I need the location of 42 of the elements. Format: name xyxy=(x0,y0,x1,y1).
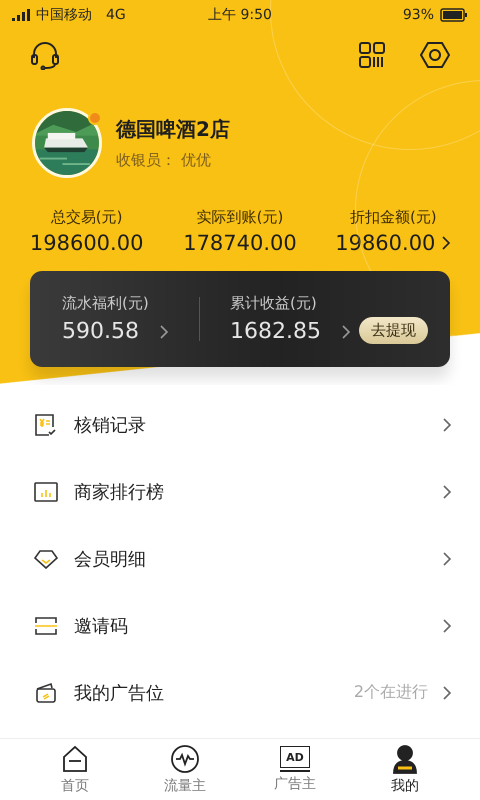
qr-code-icon[interactable] xyxy=(358,41,386,69)
earnings-value: 1682.85 xyxy=(230,319,321,344)
signal-icon xyxy=(12,9,30,21)
earnings-label: 流水福利(元) xyxy=(62,294,150,313)
pulse-icon xyxy=(170,744,200,774)
tab-item[interactable]: 我的 xyxy=(350,739,460,800)
menu-note: 2个在进行 xyxy=(354,682,428,703)
stat-value: 198600.00 xyxy=(30,231,144,255)
menu-item[interactable]: 会员明细 xyxy=(0,525,480,592)
network-type: 4G xyxy=(106,7,126,23)
chevron-icon xyxy=(441,235,452,251)
stat-value: 19860.00 xyxy=(335,231,436,255)
tab-item[interactable]: 首页 xyxy=(20,739,130,800)
chevron-icon xyxy=(442,684,452,700)
stat-label: 实际到账(元) xyxy=(196,208,284,227)
chevron-icon xyxy=(442,618,452,634)
tab-item[interactable]: 流量主 xyxy=(130,739,240,800)
chevron-icon xyxy=(442,416,452,432)
menu-item[interactable]: 核销记录 xyxy=(0,391,480,458)
earnings-label: 累计收益(元) xyxy=(230,294,318,313)
chevron-icon xyxy=(442,484,452,500)
stat-label: 总交易(元) xyxy=(50,208,123,227)
chevron-icon xyxy=(340,324,351,340)
carrier-name: 中国移动 xyxy=(36,6,92,24)
chevron-icon xyxy=(442,550,452,566)
stat-label: 折扣金额(元) xyxy=(350,208,437,227)
battery-icon xyxy=(440,8,468,22)
menu-item[interactable]: 邀请码 xyxy=(0,592,480,659)
cashier-name: 收银员： 优优 xyxy=(116,151,212,170)
stat-value: 178740.00 xyxy=(183,231,297,255)
settings-icon[interactable] xyxy=(420,40,450,70)
status-time: 上午 9:50 xyxy=(208,7,272,23)
tab-item[interactable]: AD 广告主 xyxy=(240,739,350,800)
support-headset-icon[interactable] xyxy=(30,40,60,70)
store-name: 德国啤酒2店 xyxy=(116,116,230,143)
battery-percent: 93% xyxy=(402,7,434,23)
menu-item[interactable]: 我的广告位 2个在进行 xyxy=(0,659,480,726)
menu-item[interactable]: 商家排行榜 xyxy=(0,458,480,525)
home-icon xyxy=(60,744,90,774)
chevron-icon xyxy=(158,324,169,340)
earnings-value: 590.58 xyxy=(62,319,139,344)
withdraw-button[interactable]: 去提现 xyxy=(359,316,428,344)
